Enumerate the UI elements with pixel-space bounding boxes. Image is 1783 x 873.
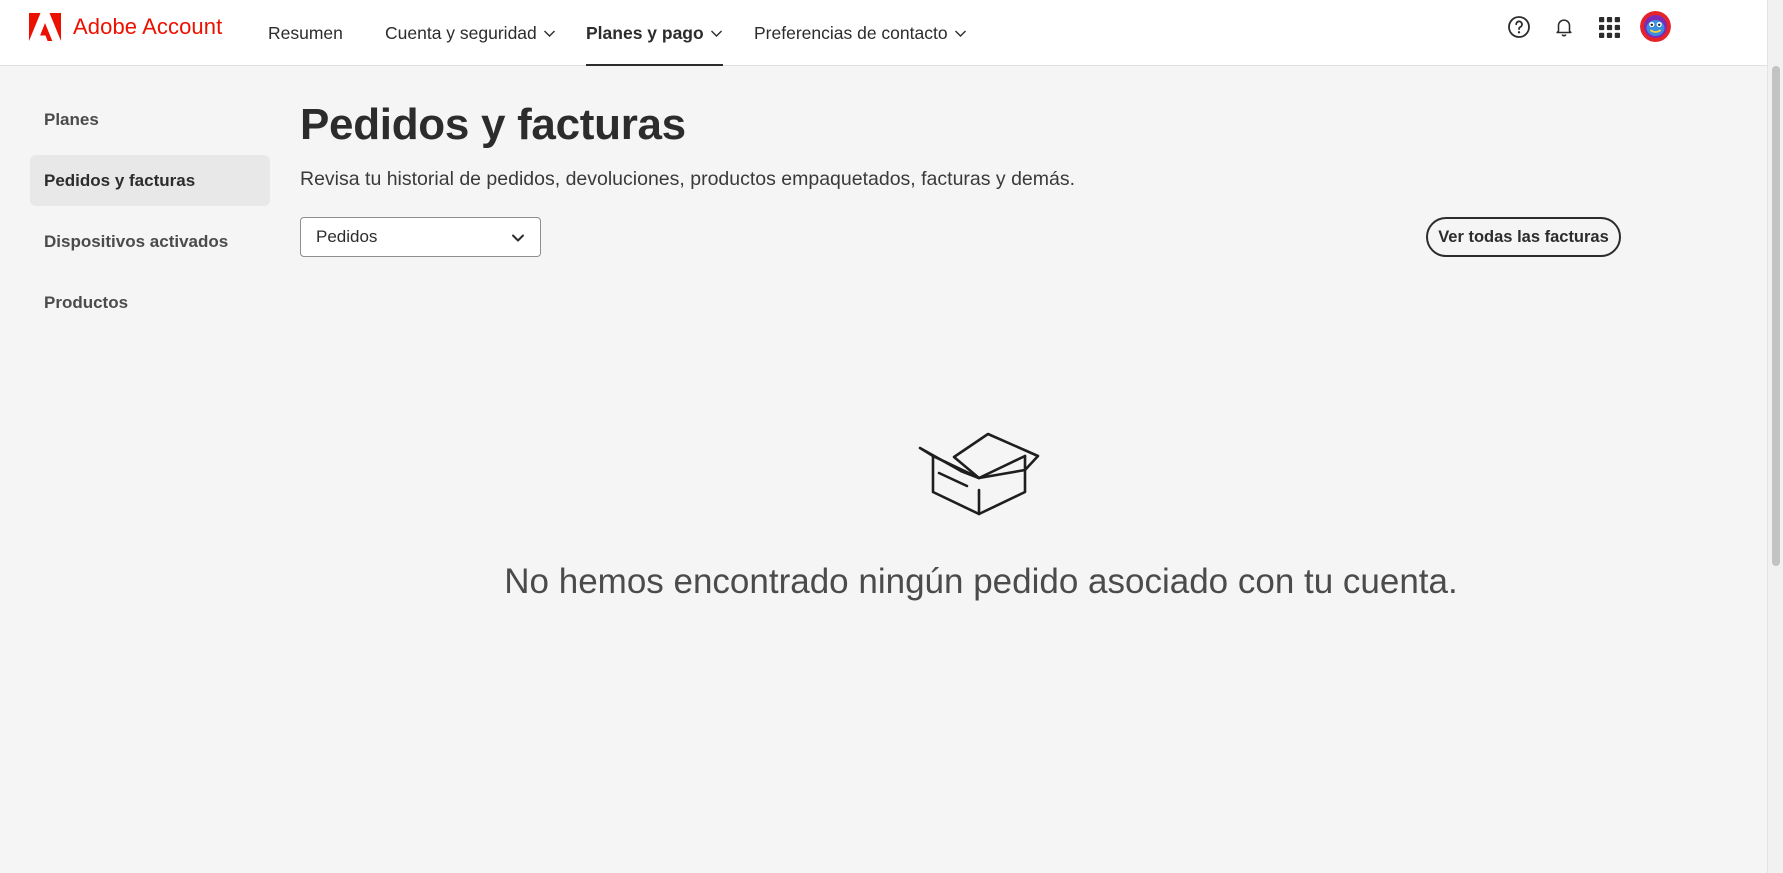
top-header: Adobe Account Resumen Cuenta y seguridad… <box>0 0 1767 66</box>
sidebar-item-dispositivos-activados[interactable]: Dispositivos activados <box>30 216 270 267</box>
nav-label: Preferencias de contacto <box>754 22 948 43</box>
sidebar-item-productos[interactable]: Productos <box>30 277 270 328</box>
chevron-down-icon <box>954 30 966 37</box>
page-description: Revisa tu historial de pedidos, devoluci… <box>300 168 1076 190</box>
sidebar-item-label: Dispositivos activados <box>44 231 229 251</box>
orders-filter-dropdown[interactable]: Pedidos <box>300 217 541 257</box>
sidebar-item-planes[interactable]: Planes <box>30 94 270 145</box>
dropdown-selected-value: Pedidos <box>316 227 378 246</box>
nav-label: Resumen <box>268 22 343 43</box>
bell-icon[interactable] <box>1550 13 1578 41</box>
nav-resumen[interactable]: Resumen <box>268 0 343 66</box>
empty-state-message: No hemos encontrado ningún pedido asocia… <box>504 562 1458 601</box>
adobe-logo-icon <box>29 13 61 41</box>
nav-label: Planes y pago <box>586 22 704 43</box>
nav-planes-y-pago[interactable]: Planes y pago <box>586 0 723 66</box>
page-title: Pedidos y facturas <box>300 100 686 149</box>
open-box-icon <box>918 432 1040 516</box>
adobe-account-logo[interactable]: Adobe Account <box>29 12 222 42</box>
sidebar-item-pedidos-y-facturas[interactable]: Pedidos y facturas <box>30 155 270 206</box>
sidebar-nav: Planes Pedidos y facturas Dispositivos a… <box>30 94 270 338</box>
avatar[interactable] <box>1640 11 1671 42</box>
nav-cuenta-y-seguridad[interactable]: Cuenta y seguridad <box>385 0 556 66</box>
brand-name: Adobe Account <box>73 14 223 39</box>
chevron-down-icon <box>543 30 555 37</box>
sidebar-item-label: Pedidos y facturas <box>44 170 196 190</box>
scrollbar-thumb[interactable] <box>1772 66 1780 566</box>
apps-grid-icon[interactable] <box>1595 13 1623 41</box>
nav-preferencias-de-contacto[interactable]: Preferencias de contacto <box>754 0 967 66</box>
chevron-down-icon <box>512 234 524 242</box>
nav-label: Cuenta y seguridad <box>385 22 537 43</box>
help-icon[interactable] <box>1505 13 1533 41</box>
sidebar-item-label: Productos <box>44 292 129 312</box>
view-all-invoices-button[interactable]: Ver todas las facturas <box>1426 217 1621 257</box>
sidebar-item-label: Planes <box>44 109 99 129</box>
page-scrollbar[interactable] <box>1767 0 1783 873</box>
chevron-down-icon <box>710 30 722 37</box>
